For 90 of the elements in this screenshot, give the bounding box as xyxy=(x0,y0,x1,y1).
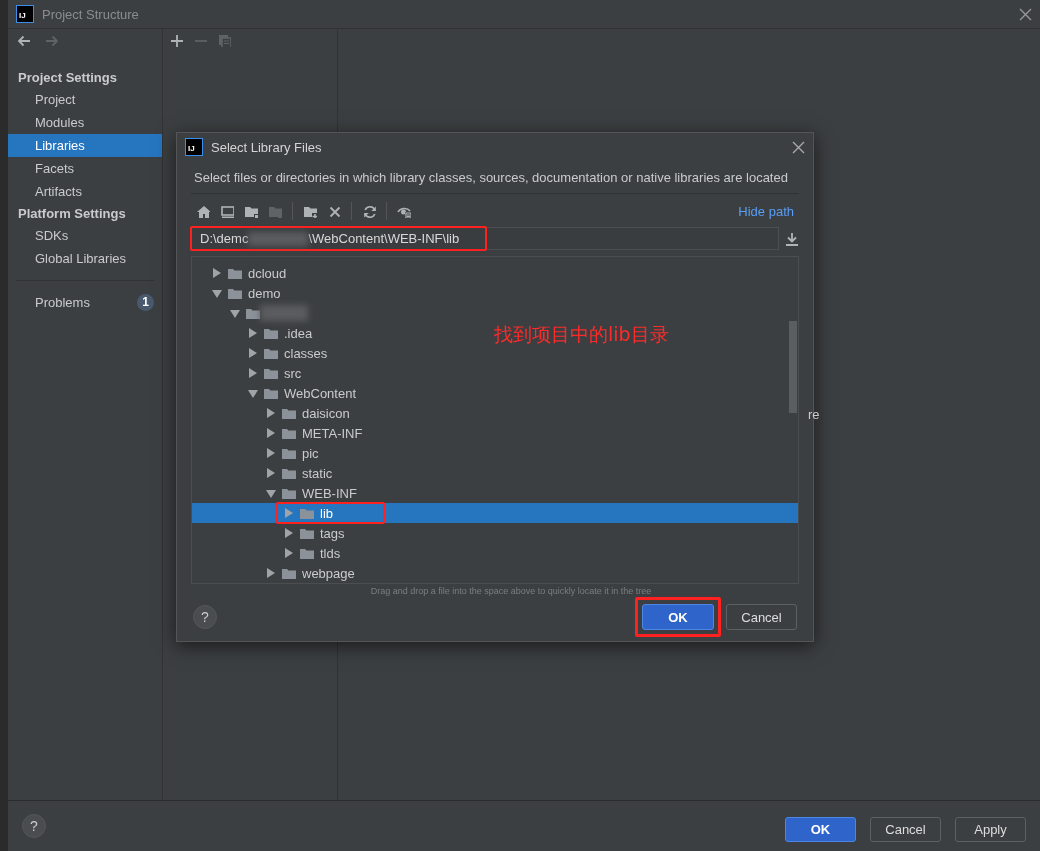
sidebar-item[interactable]: Libraries xyxy=(8,134,162,157)
folder-name: webpage xyxy=(302,565,355,581)
folder-icon xyxy=(282,426,296,440)
cancel-button[interactable]: Cancel xyxy=(726,604,797,630)
folder-name: classes xyxy=(284,345,328,361)
folder-icon xyxy=(282,446,296,460)
folder-icon xyxy=(228,286,242,300)
caret-down-icon[interactable] xyxy=(248,388,258,398)
folder-name: dcloud xyxy=(248,265,287,281)
folder-icon xyxy=(282,466,296,480)
help-button[interactable]: ? xyxy=(22,814,46,838)
folder-icon xyxy=(264,366,278,380)
tree-row[interactable]: WEB-INF xyxy=(192,483,363,503)
folder-name: WebContent xyxy=(284,385,357,401)
folder-icon xyxy=(264,346,278,360)
tree-row[interactable]: webpage xyxy=(192,563,361,583)
folder-icon xyxy=(282,486,296,500)
folder-name: static xyxy=(302,465,333,481)
tree-row[interactable]: demo xyxy=(192,283,287,303)
tree-row[interactable]: classes xyxy=(192,343,334,363)
back-arrow-icon[interactable] xyxy=(16,33,32,49)
path-text: D:\demc xyxy=(200,231,249,246)
tree-row[interactable]: WebContent xyxy=(192,383,363,403)
folder-name: .idea xyxy=(284,325,313,341)
caret-down-icon[interactable] xyxy=(266,488,276,498)
folder-name: WEB-INF xyxy=(302,485,357,501)
panel-text: re xyxy=(808,407,820,422)
tree-row[interactable]: META-INF xyxy=(192,423,369,443)
redaction-blur xyxy=(248,231,309,246)
folder-icon xyxy=(282,566,296,580)
close-icon[interactable] xyxy=(327,204,341,218)
tree-row[interactable]: dcloud xyxy=(192,263,293,283)
sidebar-item[interactable]: Problems xyxy=(35,294,137,310)
tree-row[interactable]: daisicon xyxy=(192,403,356,423)
tree-row[interactable]: tags xyxy=(192,523,351,543)
sidebar-item[interactable]: Facets xyxy=(8,157,162,180)
refresh-icon[interactable] xyxy=(362,204,376,218)
help-button[interactable]: ? xyxy=(193,605,217,629)
folder-icon xyxy=(282,406,296,420)
folder-name: demo xyxy=(248,285,281,301)
app-logo: IJ xyxy=(185,138,203,156)
folder-name: daisicon xyxy=(302,405,350,421)
cancel-button[interactable]: Cancel xyxy=(870,816,941,842)
dialog-title: Select Library Files xyxy=(211,139,323,155)
folder-icon xyxy=(300,506,314,520)
tree-row[interactable]: lib xyxy=(192,503,798,523)
caret-right-icon[interactable] xyxy=(212,268,222,278)
window-title: Project Structure xyxy=(42,6,139,22)
apply-button[interactable]: Apply xyxy=(955,816,1026,842)
app-logo: IJ xyxy=(16,5,34,23)
tree-row[interactable]: tlds xyxy=(192,543,347,563)
folder-icon xyxy=(246,306,260,320)
sidebar-item[interactable]: Artifacts xyxy=(8,180,162,203)
hide-path-link[interactable]: Hide path xyxy=(738,203,794,219)
path-field[interactable]: D:\demc \WebContent\WEB-INF\lib xyxy=(191,227,779,250)
folder-icon[interactable] xyxy=(244,204,258,218)
folder-name: tags xyxy=(320,525,345,541)
download-icon[interactable] xyxy=(785,231,799,246)
section-heading: Project Settings xyxy=(17,69,118,87)
count-badge: 1 xyxy=(137,293,154,311)
close-icon[interactable] xyxy=(792,140,805,154)
dialog-description: Select files or directories in which library classes, sources, documentation or native libraries are located xyxy=(193,169,789,187)
folder-icon xyxy=(300,546,314,560)
annotation-text: 找到项目中的lib目录 xyxy=(494,322,669,347)
sidebar-item[interactable]: Global Libraries xyxy=(8,247,162,270)
tree-row[interactable]: static xyxy=(192,463,339,483)
folder-name: tlds xyxy=(320,545,341,561)
monitor-icon[interactable] xyxy=(220,204,234,218)
tree-row[interactable]: pic xyxy=(192,443,325,463)
tree-row[interactable]: src xyxy=(192,363,308,383)
sidebar-item[interactable]: Modules xyxy=(8,111,162,134)
sidebar-item[interactable]: Project xyxy=(8,88,162,111)
folder-icon xyxy=(264,326,278,340)
folder-name: lib xyxy=(320,505,333,521)
folder-icon xyxy=(264,386,278,400)
sidebar-item[interactable]: SDKs xyxy=(8,224,162,247)
folder-name: src xyxy=(284,365,302,381)
folder-icon xyxy=(228,266,242,280)
folder-name: META-INF xyxy=(302,425,363,441)
folder-icon xyxy=(300,526,314,540)
home-icon[interactable] xyxy=(196,204,210,218)
plus-icon[interactable] xyxy=(169,33,183,47)
close-icon[interactable] xyxy=(1019,7,1032,21)
path-text: \WebContent\WEB-INF\lib xyxy=(308,231,460,246)
tree-row[interactable]: .idea xyxy=(192,323,319,343)
ok-button[interactable]: OK xyxy=(642,604,714,630)
folder-name: pic xyxy=(302,445,319,461)
section-heading: Platform Settings xyxy=(17,205,127,223)
new-folder-icon[interactable] xyxy=(303,204,317,218)
ok-button[interactable]: OK xyxy=(785,816,856,842)
